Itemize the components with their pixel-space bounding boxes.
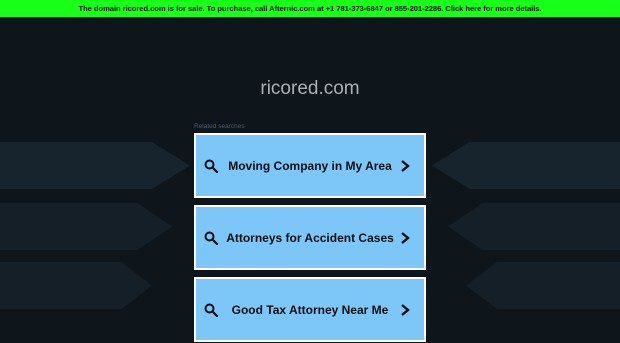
search-icon: [204, 231, 218, 245]
related-search-link[interactable]: Good Tax Attorney Near Me: [194, 277, 426, 342]
related-search-link[interactable]: Moving Company in My Area: [194, 133, 426, 198]
decorative-chevron-right: [448, 203, 620, 250]
decorative-chevron-left: [0, 203, 172, 250]
related-search-label[interactable]: Attorneys for Accident Cases: [196, 231, 424, 245]
related-searches-label: Related searches: [194, 123, 245, 130]
chevron-right-icon: [401, 303, 410, 316]
related-search-label[interactable]: Good Tax Attorney Near Me: [196, 303, 424, 317]
decorative-chevron-left: [0, 262, 152, 309]
decorative-chevron-left: [0, 142, 190, 189]
decorative-chevron-right: [466, 262, 620, 309]
chevron-right-icon: [401, 231, 410, 244]
sale-banner-text[interactable]: The domain ricored.com is for sale. To p…: [79, 4, 542, 13]
chevron-right-icon: [401, 159, 410, 172]
decorative-chevron-right: [432, 142, 620, 189]
sale-banner[interactable]: The domain ricored.com is for sale. To p…: [0, 0, 620, 17]
related-search-label[interactable]: Moving Company in My Area: [196, 159, 424, 173]
domain-title: ricored.com: [260, 78, 360, 99]
search-icon: [204, 159, 218, 173]
related-search-link[interactable]: Attorneys for Accident Cases: [194, 205, 426, 270]
search-icon: [204, 303, 218, 317]
